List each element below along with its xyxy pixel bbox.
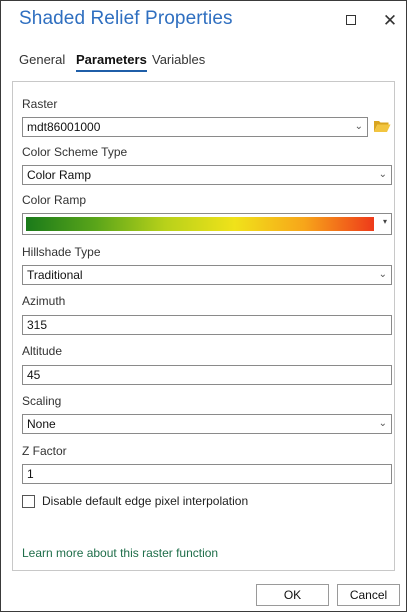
close-icon[interactable]: ✕: [378, 9, 402, 33]
altitude-label: Altitude: [22, 344, 63, 358]
color-scheme-type-value: Color Ramp: [27, 168, 92, 182]
raster-select[interactable]: mdt86001000 ⌄: [22, 117, 368, 137]
chevron-down-icon: ⌄: [378, 269, 387, 280]
parameters-panel: Raster mdt86001000 ⌄ Color Scheme Type C…: [12, 81, 395, 571]
dialog-title: Shaded Relief Properties: [19, 8, 233, 29]
azimuth-label: Azimuth: [22, 294, 66, 308]
chevron-down-icon: ⌄: [378, 418, 387, 429]
color-scheme-type-label: Color Scheme Type: [22, 145, 128, 159]
tab-parameters[interactable]: Parameters: [76, 52, 147, 72]
z-factor-input[interactable]: 1: [22, 464, 392, 484]
disable-interpolation-checkbox[interactable]: [22, 495, 35, 508]
dropdown-arrow-icon: ▾: [382, 217, 387, 226]
shaded-relief-properties-dialog: Shaded Relief Properties ✕ General Param…: [0, 0, 407, 612]
restore-window-icon[interactable]: [339, 9, 363, 33]
ok-button[interactable]: OK: [256, 584, 329, 606]
raster-label: Raster: [22, 97, 58, 111]
disable-interpolation-label: Disable default edge pixel interpolation: [42, 494, 249, 508]
color-ramp-label: Color Ramp: [22, 193, 87, 207]
chevron-down-icon: ⌄: [354, 121, 363, 132]
color-scheme-type-select[interactable]: Color Ramp ⌄: [22, 165, 392, 185]
hillshade-type-select[interactable]: Traditional ⌄: [22, 265, 392, 285]
folder-open-icon[interactable]: [373, 119, 391, 133]
cancel-button[interactable]: Cancel: [337, 584, 400, 606]
tab-variables[interactable]: Variables: [152, 52, 205, 67]
hillshade-type-label: Hillshade Type: [22, 245, 101, 259]
scaling-label: Scaling: [22, 394, 62, 408]
scaling-value: None: [27, 417, 56, 431]
color-ramp-preview: [26, 217, 374, 231]
azimuth-input[interactable]: 315: [22, 315, 392, 335]
raster-value: mdt86001000: [27, 120, 101, 134]
z-factor-label: Z Factor: [22, 444, 67, 458]
title-bar: Shaded Relief Properties ✕: [1, 1, 406, 41]
scaling-select[interactable]: None ⌄: [22, 414, 392, 434]
learn-more-link[interactable]: Learn more about this raster function: [22, 546, 218, 560]
hillshade-type-value: Traditional: [27, 268, 83, 282]
chevron-down-icon: ⌄: [378, 169, 387, 180]
altitude-input[interactable]: 45: [22, 365, 392, 385]
color-ramp-select[interactable]: ▾: [22, 213, 392, 235]
tab-general[interactable]: General: [19, 52, 65, 67]
